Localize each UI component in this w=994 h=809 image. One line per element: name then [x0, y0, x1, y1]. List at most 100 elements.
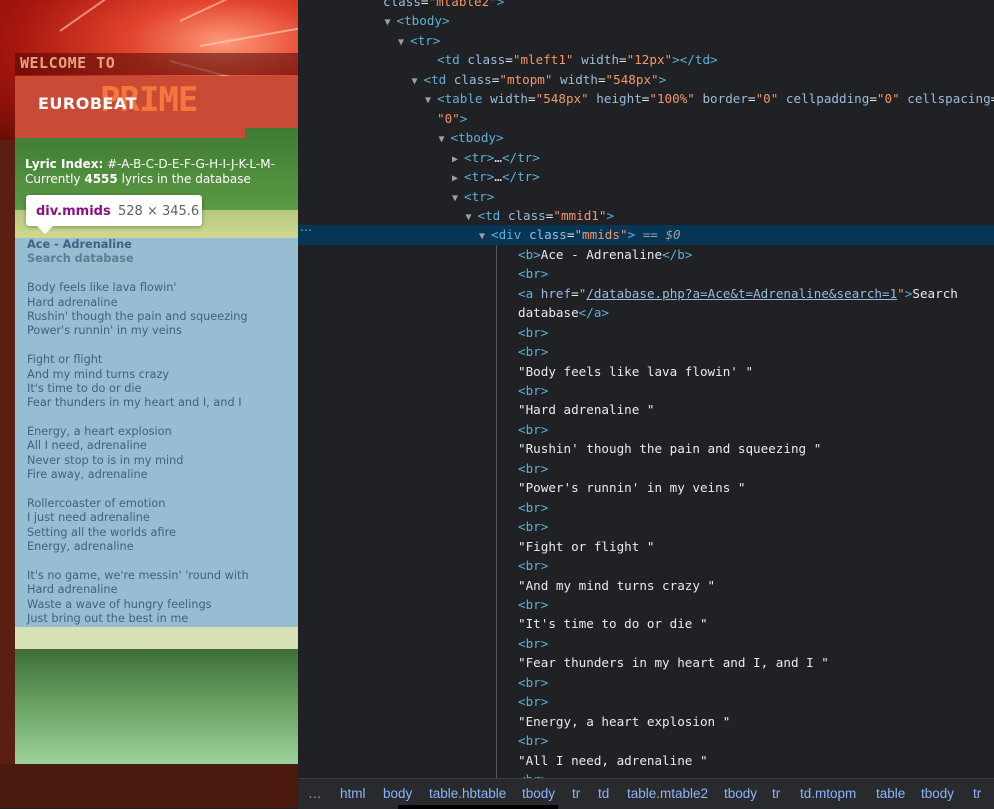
dom-node-row[interactable]: <br>	[298, 673, 994, 692]
dom-node-row[interactable]: <br>	[298, 420, 994, 439]
dom-node-row[interactable]: <b>Ace - Adrenaline</b>	[298, 245, 994, 264]
breadcrumb-item[interactable]: td	[598, 786, 609, 801]
dom-node-markup: "Fight or flight "	[518, 538, 655, 554]
breadcrumb-item[interactable]: table.hbtable	[429, 786, 506, 801]
dom-node-row[interactable]: <br>	[298, 323, 994, 342]
dom-node-markup: <tbody>	[450, 130, 504, 146]
dom-node-row[interactable]: "And my mind turns crazy "	[298, 576, 994, 595]
dom-node-row[interactable]: <br>	[298, 381, 994, 400]
inspect-tooltip: div.mmids 528 × 345.6	[26, 195, 202, 226]
dom-node-markup: <br>	[518, 596, 549, 612]
dom-node-row[interactable]: "It's time to do or die "	[298, 614, 994, 633]
dom-node-row[interactable]: ▼ <tr>	[298, 31, 994, 50]
breadcrumb-item[interactable]: tbody	[522, 786, 555, 801]
dom-node-markup: "All I need, adrenaline "	[518, 752, 708, 768]
dom-node-row[interactable]: <br>	[298, 634, 994, 653]
breadcrumb-scrollbar[interactable]	[398, 805, 558, 809]
lyric-line: Fire away, adrenaline	[27, 468, 148, 482]
welcome-text: WELCOME TO	[20, 54, 116, 72]
dom-node-row[interactable]: ▶ <tr>…</tr>	[298, 167, 994, 186]
dom-node-row[interactable]: "Power's runnin' in my veins "	[298, 478, 994, 497]
dom-node-row[interactable]: database</a>	[298, 303, 994, 322]
row-menu-icon[interactable]: …	[300, 220, 312, 234]
breadcrumb-item[interactable]: table	[876, 786, 905, 801]
lyric-line: Rollercoaster of emotion	[27, 497, 166, 511]
lyric-index-label: Lyric Index:	[25, 157, 104, 171]
breadcrumb-item[interactable]: html	[340, 786, 366, 801]
dom-node-markup: <br>	[518, 558, 549, 574]
tooltip-selector: div.mmids	[36, 204, 111, 219]
dom-node-markup: <br>	[518, 344, 549, 360]
dom-node-markup: <td class="mtopm" width="548px">	[423, 71, 667, 87]
breadcrumb-item[interactable]: tr	[572, 786, 580, 801]
song-title: Ace - Adrenaline	[27, 238, 132, 251]
breadcrumb-item[interactable]: tr	[772, 786, 780, 801]
lyric-line: It's no game, we're messin' 'round with	[27, 568, 249, 582]
tooltip-arrow	[37, 226, 53, 234]
lyric-line: Hard adrenaline	[27, 295, 118, 309]
dom-node-row[interactable]: <br>	[298, 692, 994, 711]
breadcrumb-item[interactable]: body	[383, 786, 412, 801]
dom-node-row[interactable]: <td class="mleft1" width="12px"></td>	[298, 50, 994, 69]
tooltip-dimensions: 528 × 345.6	[118, 204, 200, 219]
page-viewport: WELCOME TO PRIME EUROBEAT Lyric Index: #…	[0, 0, 298, 808]
dom-node-markup: <br>	[518, 694, 549, 710]
dom-node-row[interactable]: <br>	[298, 595, 994, 614]
lyric-line: Energy, a heart explosion	[27, 425, 172, 439]
dom-node-row[interactable]: "Fear thunders in my heart and I, and I …	[298, 653, 994, 672]
lyric-line: Hard adrenaline	[27, 583, 118, 597]
dom-node-row[interactable]: <br>	[298, 731, 994, 750]
devtools-elements-panel[interactable]: class="mtable2"> ▼ <tbody> ▼ <tr> <td class="…	[298, 0, 994, 808]
dom-node-row[interactable]: ▼ <tbody>	[298, 128, 994, 147]
dom-node-markup: "It's time to do or die "	[518, 616, 708, 632]
dom-node-row[interactable]: "Energy, a heart explosion "	[298, 712, 994, 731]
breadcrumb-item[interactable]: table.mtable2	[627, 786, 708, 801]
dom-node-markup: <tr>	[464, 188, 495, 204]
dom-node-row[interactable]: <br>	[298, 342, 994, 361]
dom-node-row[interactable]: ▼ <table width="548px" height="100%" bord…	[298, 89, 994, 108]
dom-node-row[interactable]: <br>	[298, 459, 994, 478]
breadcrumb-item[interactable]: tbody	[724, 786, 757, 801]
dom-node-markup: <tr>…</tr>	[464, 149, 540, 165]
dom-node-row[interactable]: class="mtable2">	[298, 0, 994, 11]
dom-node-row[interactable]: "Rushin' though the pain and squeezing "	[298, 439, 994, 458]
dom-node-row[interactable]: <br>	[298, 556, 994, 575]
lyric-line: It's time to do or die	[27, 381, 142, 395]
breadcrumb-item[interactable]: td.mtopm	[800, 786, 856, 801]
dom-node-row[interactable]: <br>	[298, 498, 994, 517]
dom-node-row[interactable]: ▼ <tbody>	[298, 11, 994, 30]
dom-node-selected[interactable]: ▼ <div class="mmids"> == $0	[298, 225, 994, 245]
lyric-blank-line	[27, 555, 249, 569]
breadcrumb-item[interactable]: tbody	[921, 786, 954, 801]
dom-node-row[interactable]: <br>	[298, 264, 994, 283]
lyric-line: I just need adrenaline	[27, 511, 150, 525]
dom-node-row[interactable]: "Fight or flight "	[298, 537, 994, 556]
search-database-link[interactable]: Search database	[27, 252, 134, 265]
dom-node-markup: "0">	[437, 110, 468, 126]
dom-node-markup: "Body feels like lava flowin' "	[518, 363, 754, 379]
dom-node-row[interactable]: "Hard adrenaline "	[298, 400, 994, 419]
lyric-blank-line	[27, 339, 249, 353]
dom-node-row[interactable]: "Body feels like lava flowin' "	[298, 362, 994, 381]
breadcrumb-more-icon[interactable]: …	[308, 786, 322, 801]
dom-node-row[interactable]: ▶ <tr>…</tr>	[298, 148, 994, 167]
dom-node-markup: "Rushin' though the pain and squeezing "	[518, 441, 822, 457]
dom-node-markup: <br>	[518, 383, 549, 398]
dom-node-row[interactable]: "All I need, adrenaline "	[298, 751, 994, 770]
dom-node-markup: <td class="mmid1">	[477, 207, 615, 223]
dom-node-row[interactable]: ▼ <td class="mtopm" width="548px">	[298, 70, 994, 89]
lyric-line: And my mind turns crazy	[27, 367, 170, 381]
dom-node-row[interactable]: "0">	[298, 109, 994, 128]
page-bottom	[0, 764, 298, 808]
dom-node-markup: "Fear thunders in my heart and I, and I …	[518, 655, 829, 671]
lyric-index-letters[interactable]: #-A-B-C-D-E-F-G-H-I-J-K-L-M-	[107, 157, 275, 171]
dom-node-markup: <tbody>	[396, 13, 450, 29]
dom-node-row[interactable]: <a href="/database.php?a=Ace&t=Adrenalin…	[298, 284, 994, 303]
dom-node-row[interactable]: ▼ <td class="mmid1">	[298, 206, 994, 225]
dom-node-row[interactable]: ▼ <tr>	[298, 187, 994, 206]
breadcrumb-item[interactable]: tr	[973, 786, 981, 801]
lyric-line: Never stop to is in my mind	[27, 453, 184, 467]
dom-node-row[interactable]: <br>	[298, 517, 994, 536]
lyrics-block: Ace - Adrenaline Search database Body fe…	[27, 238, 249, 627]
lyric-index: Lyric Index: #-A-B-C-D-E-F-G-H-I-J-K-L-M…	[25, 157, 275, 171]
